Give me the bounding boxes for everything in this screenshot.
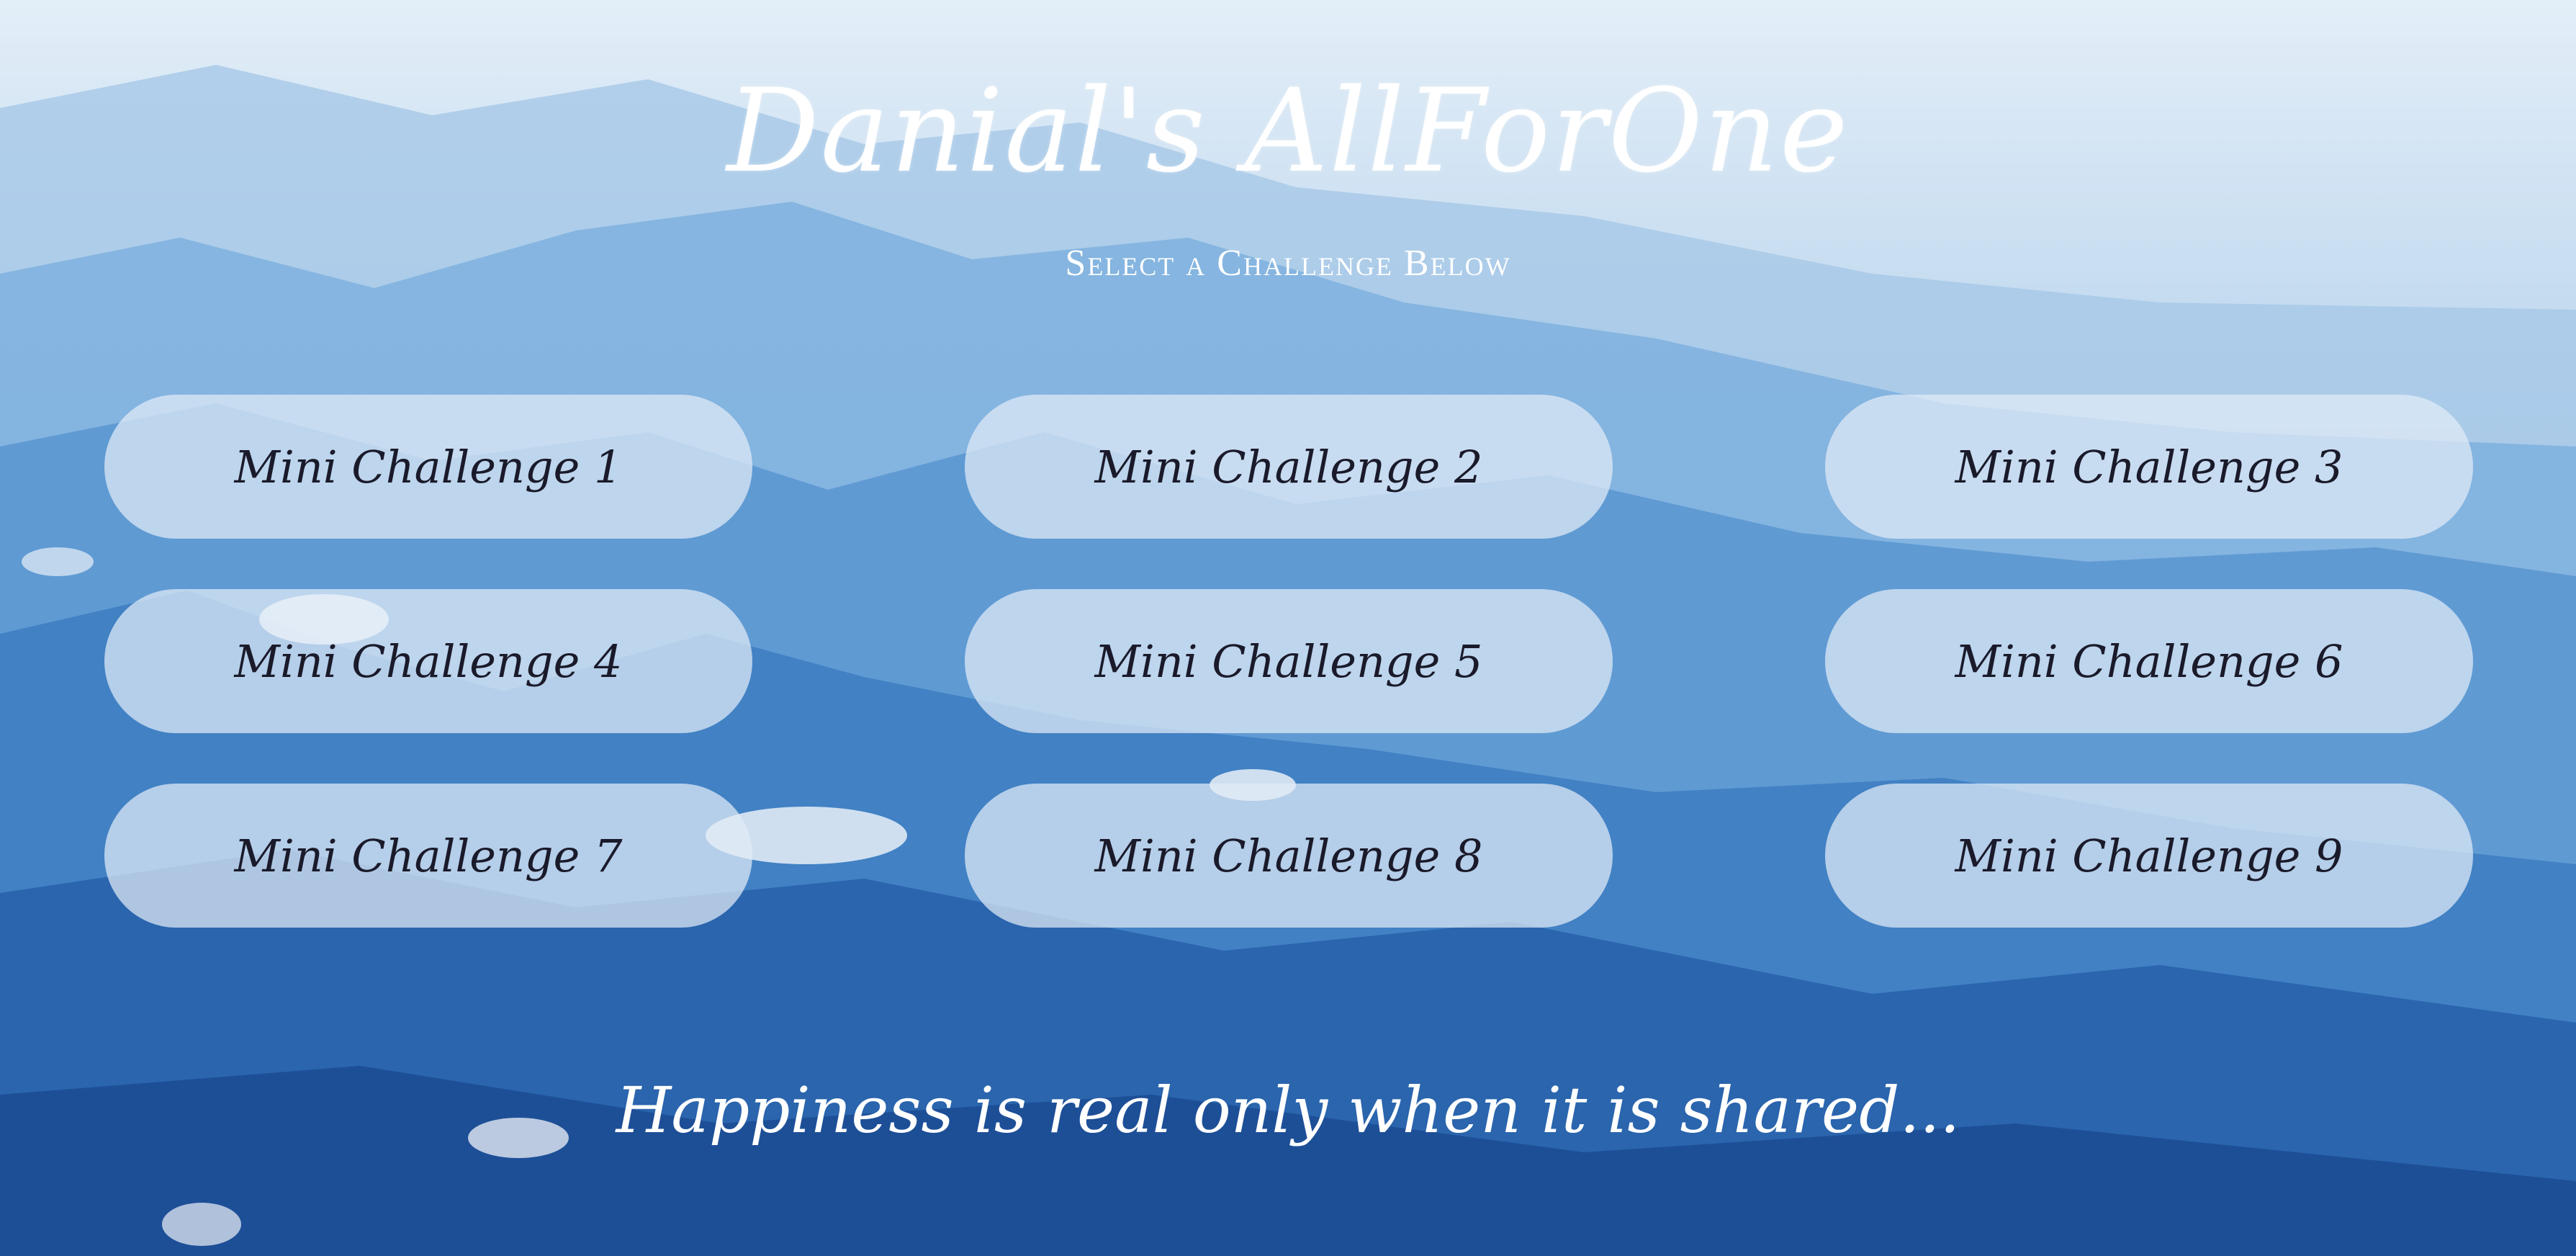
challenge-button-1[interactable]: Mini Challenge 1 xyxy=(104,395,752,539)
challenge-grid: Mini Challenge 1 Mini Challenge 2 Mini C… xyxy=(104,395,2473,928)
page-subtitle: Select a Challenge Below xyxy=(1065,243,1511,284)
challenge-button-5[interactable]: Mini Challenge 5 xyxy=(965,589,1613,733)
challenge-button-7[interactable]: Mini Challenge 7 xyxy=(104,784,752,928)
challenge-button-4[interactable]: Mini Challenge 4 xyxy=(104,589,752,733)
challenge-button-2[interactable]: Mini Challenge 2 xyxy=(965,395,1613,539)
challenge-button-3[interactable]: Mini Challenge 3 xyxy=(1825,395,2473,539)
challenge-button-8[interactable]: Mini Challenge 8 xyxy=(965,784,1613,928)
page-title: Danial's AllForOne xyxy=(726,63,1850,198)
footer-quote: Happiness is real only when it is shared… xyxy=(616,1073,1960,1147)
challenge-button-6[interactable]: Mini Challenge 6 xyxy=(1825,589,2473,733)
challenge-button-9[interactable]: Mini Challenge 9 xyxy=(1825,784,2473,928)
